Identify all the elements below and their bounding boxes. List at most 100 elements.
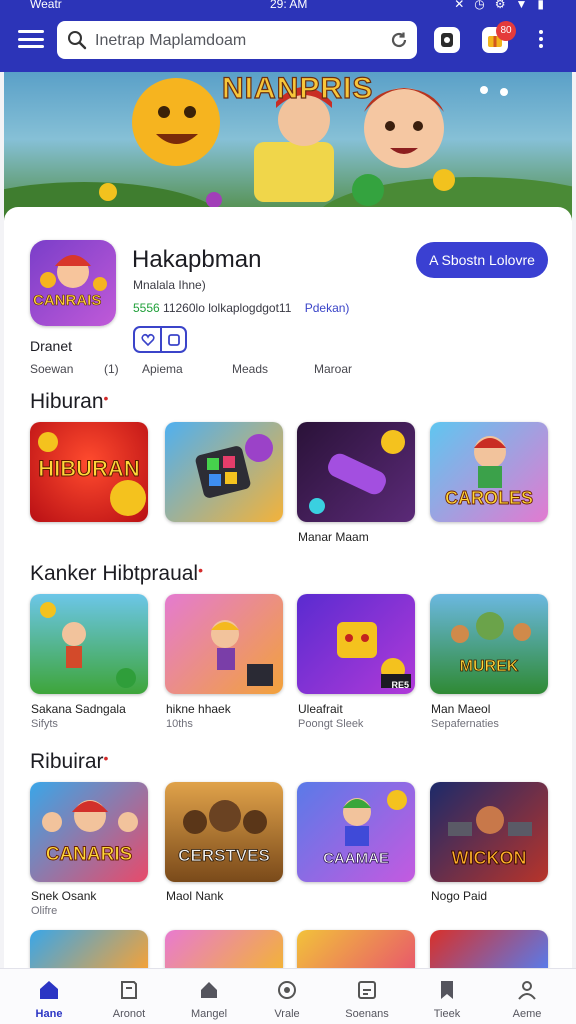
section-title: Kanker Hibtpraual• [30,562,203,586]
circle-icon [278,981,296,999]
status-icons: ✕◷⚙▼▮ [454,0,554,11]
record-button[interactable] [434,27,460,53]
hero-banner[interactable]: NIANPRIS [4,72,572,222]
copy-chip[interactable] [160,328,185,351]
tile-label: MUREK [459,658,519,676]
nav-label: Hane [35,1008,63,1020]
house-icon [201,982,217,998]
app-action-chips [133,326,187,353]
app-meta-link[interactable]: Pdekan) [305,301,350,315]
game-tile[interactable] [30,594,148,694]
nav-label: Mangel [190,1008,228,1020]
nav-item-home[interactable]: Hane [14,975,84,1020]
section-title-text: Hiburan [30,390,104,413]
tile-subcaption: Poongt Sleek [298,718,364,730]
app-rating: 5556 [133,301,160,315]
stat-category: Apiema [142,362,183,376]
tile-caption: Man Maeol [431,702,491,716]
tile-art [42,800,138,832]
game-tile[interactable] [297,930,415,968]
tile-label: CAROLES [444,488,534,509]
tile-caption: Maol Nank [166,889,224,903]
app-icon-label: CANRAIS [33,292,102,310]
nav-item-aeme[interactable]: Aeme [492,975,562,1020]
person-icon [518,981,536,1000]
tile-label: WICKON [451,848,527,869]
nav-item-soenans[interactable]: Soenans [332,975,402,1020]
developer-name[interactable]: Dranet [30,338,72,354]
stat-more: Maroar [314,362,353,376]
stat-downloads: Meads [232,362,269,376]
tile-label: CANARIS [45,844,133,866]
tile-caption: Sakana Sadngala [31,702,126,716]
section-marker: • [103,750,109,766]
bookmark-icon [441,981,453,999]
tile-subcaption: Sifyts [31,718,58,730]
menu-icon[interactable] [18,28,44,50]
notification-badge: 80 [496,21,516,41]
section-title: Hiburan• [30,390,108,414]
search-icon [68,31,87,50]
section-marker: • [198,562,203,578]
favorite-chip[interactable] [135,328,160,351]
nav-item-vrale[interactable]: Vrale [252,975,322,1020]
app-title: Hakapbman [132,246,262,273]
install-button[interactable]: A Sbostn Lolovre [416,242,548,278]
refresh-icon[interactable] [389,30,409,50]
game-tile[interactable] [165,422,283,522]
game-tile[interactable]: CAROLES [430,422,548,522]
game-tile[interactable] [165,594,283,694]
status-bar: Weatr 29: AM ✕◷⚙▼▮ [0,0,576,12]
search-bar[interactable]: Inetrap Maplamdoam [57,21,417,59]
nav-label: Aronot [112,1008,146,1020]
game-tile[interactable]: HIBURAN [30,422,148,522]
home-icon [40,981,58,999]
nav-item-mangel[interactable]: Mangel [174,975,244,1020]
tile-label: HIBURAN [38,456,140,482]
tile-caption: Uleafrait [298,702,343,716]
record-icon [441,33,453,47]
game-tile[interactable] [165,930,283,968]
book-icon [121,981,137,999]
copy-icon [167,333,180,346]
game-tile[interactable]: CANARIS [30,782,148,882]
game-tile[interactable]: CERSTVES [165,782,283,882]
notifications-button[interactable]: 80 [482,21,516,53]
app-icon[interactable]: CANRAIS [30,240,116,326]
stat-age: (1) [104,362,119,376]
tile-caption: Manar Maam [298,530,369,544]
section-title-text: Ribuirar [30,750,104,773]
tile-art [343,790,407,846]
nav-label: Aeme [512,1008,542,1020]
game-tile[interactable]: CAAMAE [297,782,415,882]
tile-caption: Nogo Paid [431,889,488,903]
nav-label: Soenans [345,1008,389,1020]
section-marker: • [103,390,109,406]
app-subtitle: Mnalala Ihne) [133,278,206,292]
tile-label: CAAMAE [323,850,390,868]
search-input[interactable]: Inetrap Maplamdoam [95,32,246,50]
game-tile[interactable] [30,930,148,968]
banner-title: NIANPRIS [221,72,374,106]
nav-item-aronot[interactable]: Aronot [94,975,164,1020]
nav-label: Tieek [433,1008,461,1020]
app-bar: Weatr 29: AM ✕◷⚙▼▮ Inetrap Maplamdoam 80 [0,0,576,72]
nav-item-tieek[interactable]: Tieek [412,975,482,1020]
tile-caption: Snek Osank [31,889,97,903]
tile-subcaption: Olifre [31,905,58,917]
tile-subcaption: 10ths [166,718,193,730]
tile-label: RE5 [391,680,409,690]
nav-label: Vrale [274,1008,300,1020]
game-tile[interactable]: MUREK [430,594,548,694]
bottom-navigation: Hane Aronot Mangel Vrale Soenans Tieek A… [0,968,576,1024]
section-title: Ribuirar• [30,750,108,774]
game-tile[interactable]: WICKON [430,782,548,882]
tile-art [211,620,273,686]
more-options-icon[interactable] [534,30,548,52]
game-tile[interactable] [297,422,415,522]
tile-art [195,434,273,498]
game-tile[interactable]: RE5 [297,594,415,694]
game-tile[interactable] [430,930,548,968]
tile-art [337,622,411,688]
app-meta-text: 11260lo lolkaplogdgot11 [163,301,292,315]
